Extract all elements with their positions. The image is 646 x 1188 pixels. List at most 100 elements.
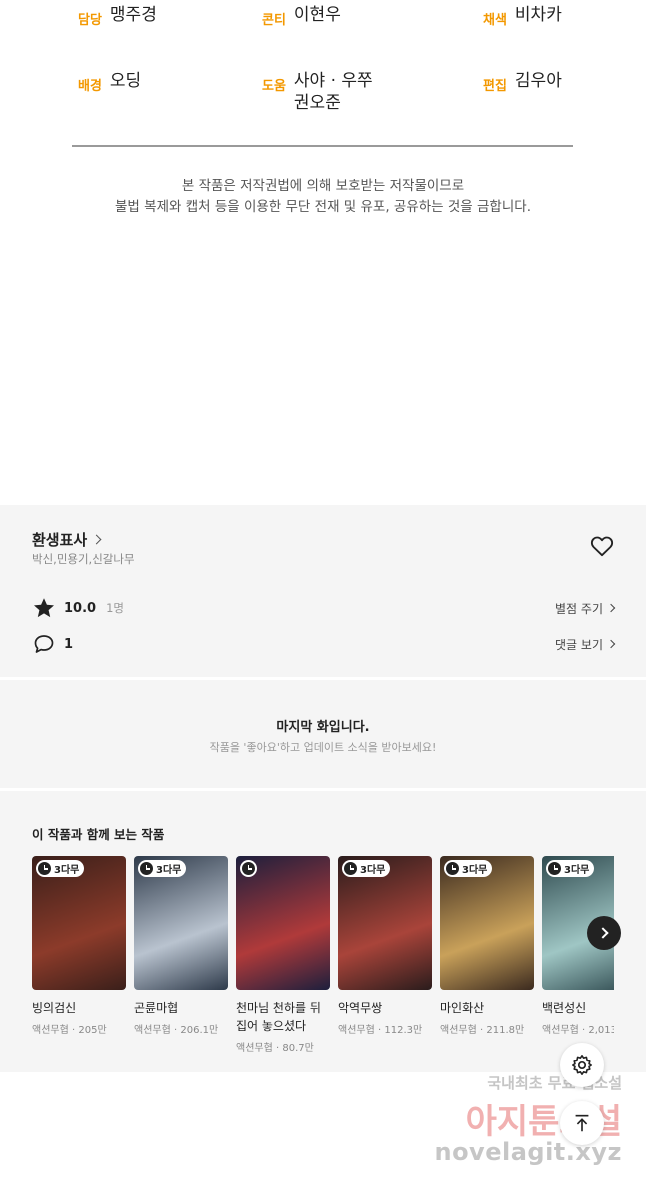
recommendation-card[interactable]: 천마님 천하를 뒤집어 놓으셨다 액션무협 · 80.7만: [236, 856, 330, 1054]
credit-name: 이현우: [293, 5, 341, 25]
work-title-link[interactable]: 환생표사: [32, 529, 102, 550]
card-views: 80.7만: [282, 1043, 314, 1054]
card-title[interactable]: 마인화산: [440, 999, 534, 1017]
card-title[interactable]: 빙의검신: [32, 999, 126, 1017]
rating-row: 10.0 1명 별점 주기: [32, 596, 616, 620]
rate-button[interactable]: 별점 주기: [555, 600, 616, 617]
chevron-right-icon: [596, 927, 609, 939]
card-genre: 액션무협: [542, 1025, 579, 1036]
card-genre: 액션무협: [236, 1043, 273, 1054]
scroll-top-button[interactable]: [560, 1101, 604, 1145]
clock-icon: [38, 862, 51, 875]
recommendations-heading: 이 작품과 함께 보는 작품: [32, 827, 165, 842]
card-genre: 액션무협: [134, 1025, 171, 1036]
chevron-right-icon: [606, 639, 616, 649]
free-badge-label: 3다무: [156, 865, 182, 876]
card-thumbnail[interactable]: 3다무: [440, 856, 534, 990]
free-badge: [240, 860, 257, 877]
clock-icon: [446, 862, 459, 875]
card-meta: 액션무협 · 206.1만: [134, 1025, 219, 1036]
recommendation-card[interactable]: 3다무 마인화산 액션무협 · 211.8만: [440, 856, 534, 1036]
rate-button-label: 별점 주기: [555, 601, 603, 616]
chevron-right-icon: [606, 603, 616, 613]
card-meta: 액션무협 · 211.8만: [440, 1025, 525, 1036]
credit-name-line: 권오준: [293, 93, 341, 113]
recommendation-card[interactable]: 3다무 빙의검신 액션무협 · 205만: [32, 856, 126, 1036]
credit-item: 콘티 이현우: [262, 4, 341, 28]
credit-name: 맹주경: [109, 5, 157, 25]
free-badge-label: 3다무: [54, 865, 80, 876]
star-icon: [34, 598, 54, 618]
settings-button[interactable]: [560, 1043, 604, 1087]
credit-name: 비차카: [514, 5, 562, 25]
card-views: 211.8만: [486, 1025, 525, 1036]
card-title[interactable]: 천마님 천하를 뒤집어 놓으셨다: [236, 999, 330, 1035]
watermark-line: 국내최초 무료 웹소설: [487, 1074, 622, 1092]
rating-count: 1명: [106, 601, 124, 615]
last-episode-subtitle: 작품을 '좋아요'하고 업데이트 소식을 받아보세요!: [209, 741, 437, 754]
card-title[interactable]: 악역무쌍: [338, 999, 432, 1017]
comment-icon: [34, 635, 54, 653]
clock-icon: [548, 862, 561, 875]
heart-icon[interactable]: [589, 533, 615, 559]
credit-role: 편집: [483, 79, 507, 94]
credit-name-line: 사야 · 우쭈: [293, 71, 373, 91]
credits-section: 담당 맹주경 콘티 이현우 채색 비차카 배경 오딩 도움 사야 · 우쭈 권오…: [0, 0, 646, 505]
card-title[interactable]: 곤륜마협: [134, 999, 228, 1017]
card-title[interactable]: 백련성신: [542, 999, 614, 1017]
recommendation-card[interactable]: 3다무 곤륜마협 액션무협 · 206.1만: [134, 856, 228, 1036]
credits-divider: [72, 145, 573, 147]
view-comments-button[interactable]: 댓글 보기: [555, 636, 616, 653]
view-comments-label: 댓글 보기: [555, 637, 603, 652]
credit-role: 배경: [78, 79, 102, 94]
copyright-notice: 본 작품은 저작권법에 의해 보호받는 저작물이므로 불법 복제와 캡처 등을 …: [0, 176, 646, 218]
comment-count: 1: [64, 636, 74, 652]
credit-role: 콘티: [262, 13, 286, 28]
free-badge: 3다무: [342, 860, 391, 877]
card-thumbnail[interactable]: [236, 856, 330, 990]
recommendation-card[interactable]: 3다무 악역무쌍 액션무협 · 112.3만: [338, 856, 432, 1036]
clock-icon: [140, 862, 153, 875]
card-meta: 액션무협 · 2,013: [542, 1021, 614, 1036]
rating-value: 10.0: [64, 600, 97, 616]
card-thumbnail[interactable]: 3다무: [338, 856, 432, 990]
recommendations-section: 이 작품과 함께 보는 작품 3다무 빙의검신 액션무협 · 205만 3다무 …: [0, 791, 646, 1072]
recommendations-carousel[interactable]: 3다무 빙의검신 액션무협 · 205만 3다무 곤륜마협 액션무협 · 206…: [32, 856, 614, 1066]
credit-item: 편집 김우아: [483, 70, 562, 94]
card-thumbnail[interactable]: 3다무: [32, 856, 126, 990]
clock-icon: [344, 862, 357, 875]
free-badge-label: 3다무: [462, 865, 488, 876]
free-badge-label: 3다무: [564, 865, 590, 876]
free-badge-label: 3다무: [360, 865, 386, 876]
card-views: 112.3만: [384, 1025, 423, 1036]
card-genre: 액션무협: [338, 1025, 375, 1036]
chevron-right-icon: [91, 534, 102, 545]
free-badge: 3다무: [36, 860, 85, 877]
credit-name: 오딩: [109, 71, 142, 91]
free-badge: 3다무: [546, 860, 595, 877]
card-meta: 액션무협 · 205만: [32, 1025, 107, 1036]
credit-role: 도움: [262, 79, 286, 94]
card-views: 205만: [78, 1025, 107, 1036]
free-badge: 3다무: [444, 860, 493, 877]
credit-item: 담당 맹주경: [78, 4, 157, 28]
card-genre: 액션무협: [440, 1025, 477, 1036]
notice-line: 본 작품은 저작권법에 의해 보호받는 저작물이므로: [181, 178, 465, 194]
card-meta: 액션무협 · 112.3만: [338, 1025, 423, 1036]
credit-role: 채색: [483, 13, 507, 28]
card-thumbnail[interactable]: 3다무: [134, 856, 228, 990]
clock-icon: [242, 862, 255, 875]
credit-name: 사야 · 우쭈 권오준: [294, 70, 373, 114]
credit-item: 배경 오딩: [78, 70, 141, 94]
work-info-panel: 환생표사 박신,민용기,신갈나무 10.0 1명 별점 주기 1 댓글 보기: [0, 505, 646, 677]
work-title: 환생표사: [32, 531, 88, 549]
last-episode-banner: 마지막 화입니다. 작품을 '좋아요'하고 업데이트 소식을 받아보세요!: [0, 680, 646, 788]
card-meta: 액션무협 · 80.7만: [236, 1043, 314, 1054]
free-badge: 3다무: [138, 860, 187, 877]
comments-row: 1 댓글 보기: [32, 632, 616, 656]
carousel-next-button[interactable]: [587, 916, 621, 950]
card-genre: 액션무협: [32, 1025, 69, 1036]
arrow-up-icon: [575, 1114, 589, 1132]
notice-line: 불법 복제와 캡처 등을 이용한 무단 전재 및 유포, 공유하는 것을 금합니…: [115, 199, 531, 215]
credit-item: 채색 비차카: [483, 4, 562, 28]
